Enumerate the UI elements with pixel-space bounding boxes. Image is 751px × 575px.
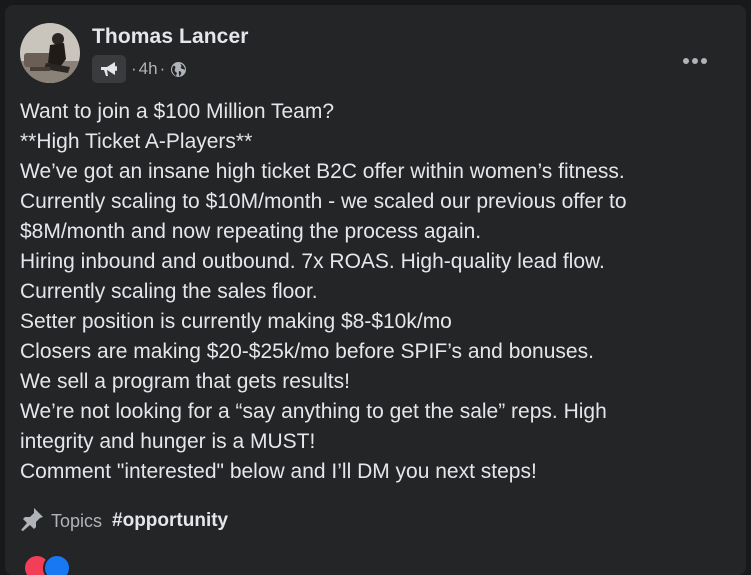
post-line: Comment "interested" below and I’ll DM y… <box>20 460 537 483</box>
post-line: Currently scaling the sales floor. <box>20 280 318 303</box>
globe-icon[interactable] <box>170 61 187 78</box>
post-line: We sell a program that gets results! <box>20 370 350 393</box>
post-line: We’re not looking for a “say anything to… <box>20 400 607 423</box>
post-line: Currently scaling to $10M/month - we sca… <box>20 190 627 213</box>
post-card: Thomas Lancer · 4h · Want to join a $100… <box>5 5 746 575</box>
topics-label: Topics <box>51 510 103 531</box>
post-line: Closers are making $20-$25k/mo before SP… <box>20 340 594 363</box>
pin-icon <box>19 506 45 537</box>
meta-separator: · <box>159 59 166 78</box>
post-body: Want to join a $100 Million Team? **High… <box>20 97 720 487</box>
post-meta: · 4h · <box>92 55 187 83</box>
reaction-summary[interactable] <box>23 554 83 575</box>
hashtag-link[interactable]: #opportunity <box>112 510 228 532</box>
topics-row: Topics #opportunity <box>19 507 228 535</box>
post-line: We’ve got an insane high ticket B2C offe… <box>20 160 625 183</box>
post-line: Setter position is currently making $8-$… <box>20 310 452 333</box>
post-line: **High Ticket A-Players** <box>20 130 253 153</box>
author-avatar[interactable] <box>20 23 80 83</box>
post-line: $8M/month and now repeating the process … <box>20 220 482 243</box>
post-line: Hiring inbound and outbound. 7x ROAS. Hi… <box>20 250 605 273</box>
post-header: Thomas Lancer · 4h · <box>20 23 731 83</box>
meta-separator: · <box>131 59 137 78</box>
post-line: integrity and hunger is a MUST! <box>20 430 316 453</box>
more-options-icon[interactable] <box>677 51 713 71</box>
post-line: Want to join a $100 Million Team? <box>20 100 335 123</box>
author-name[interactable]: Thomas Lancer <box>92 25 249 49</box>
megaphone-icon[interactable] <box>92 55 126 83</box>
avatar-photo <box>20 23 80 83</box>
like-reaction-icon <box>43 554 71 575</box>
post-timestamp[interactable]: 4h <box>139 59 158 79</box>
